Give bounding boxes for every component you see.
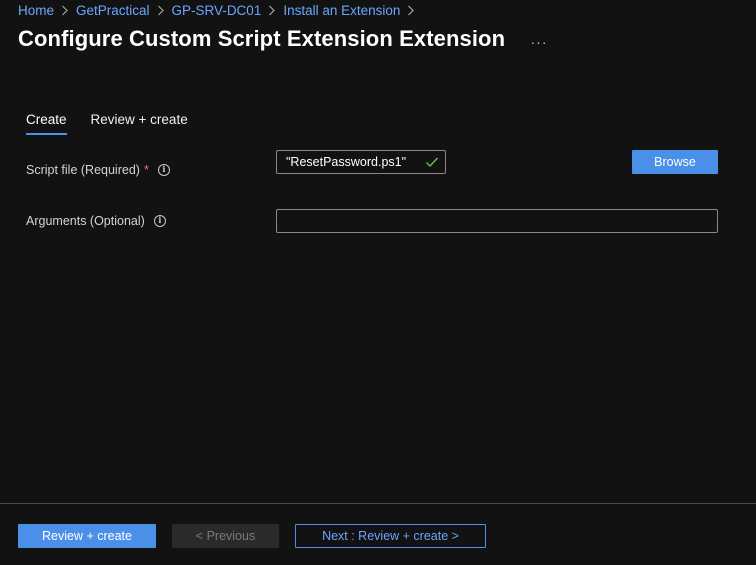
breadcrumb-getpractical[interactable]: GetPractical [76,3,150,18]
arguments-label: Arguments (Optional) [26,214,145,228]
breadcrumb-install-extension[interactable]: Install an Extension [283,3,400,18]
breadcrumb-home[interactable]: Home [18,3,54,18]
script-file-label: Script file (Required) [26,163,140,177]
checkmark-icon [426,157,439,168]
tab-review-create[interactable]: Review + create [91,112,188,135]
info-icon[interactable]: i [153,215,166,227]
script-file-label-row: Script file (Required) * i [26,163,170,177]
tab-bar: Create Review + create [26,112,212,135]
page-title: Configure Custom Script Extension Extens… [18,26,506,51]
chevron-right-icon [400,5,422,16]
tab-create[interactable]: Create [26,112,67,135]
configure-extension-page: Home GetPractical GP-SRV-DC01 Install an… [0,0,756,565]
breadcrumb-gp-srv-dc01[interactable]: GP-SRV-DC01 [172,3,262,18]
arguments-label-row: Arguments (Optional) i [26,214,166,228]
review-create-button[interactable]: Review + create [18,524,156,548]
breadcrumb: Home GetPractical GP-SRV-DC01 Install an… [18,1,422,19]
previous-button[interactable]: < Previous [172,524,279,548]
more-options-button[interactable]: ··· [529,33,549,51]
arguments-input[interactable] [276,209,718,233]
required-marker: * [143,163,149,177]
chevron-right-icon [150,5,172,16]
chevron-right-icon [54,5,76,16]
chevron-right-icon [261,5,283,16]
info-icon[interactable]: i [157,164,170,176]
next-review-create-button[interactable]: Next : Review + create > [295,524,486,548]
footer-divider [0,503,756,504]
script-file-value: "ResetPassword.ps1" [286,155,407,169]
script-file-field[interactable]: "ResetPassword.ps1" [276,150,446,174]
browse-button[interactable]: Browse [632,150,718,174]
